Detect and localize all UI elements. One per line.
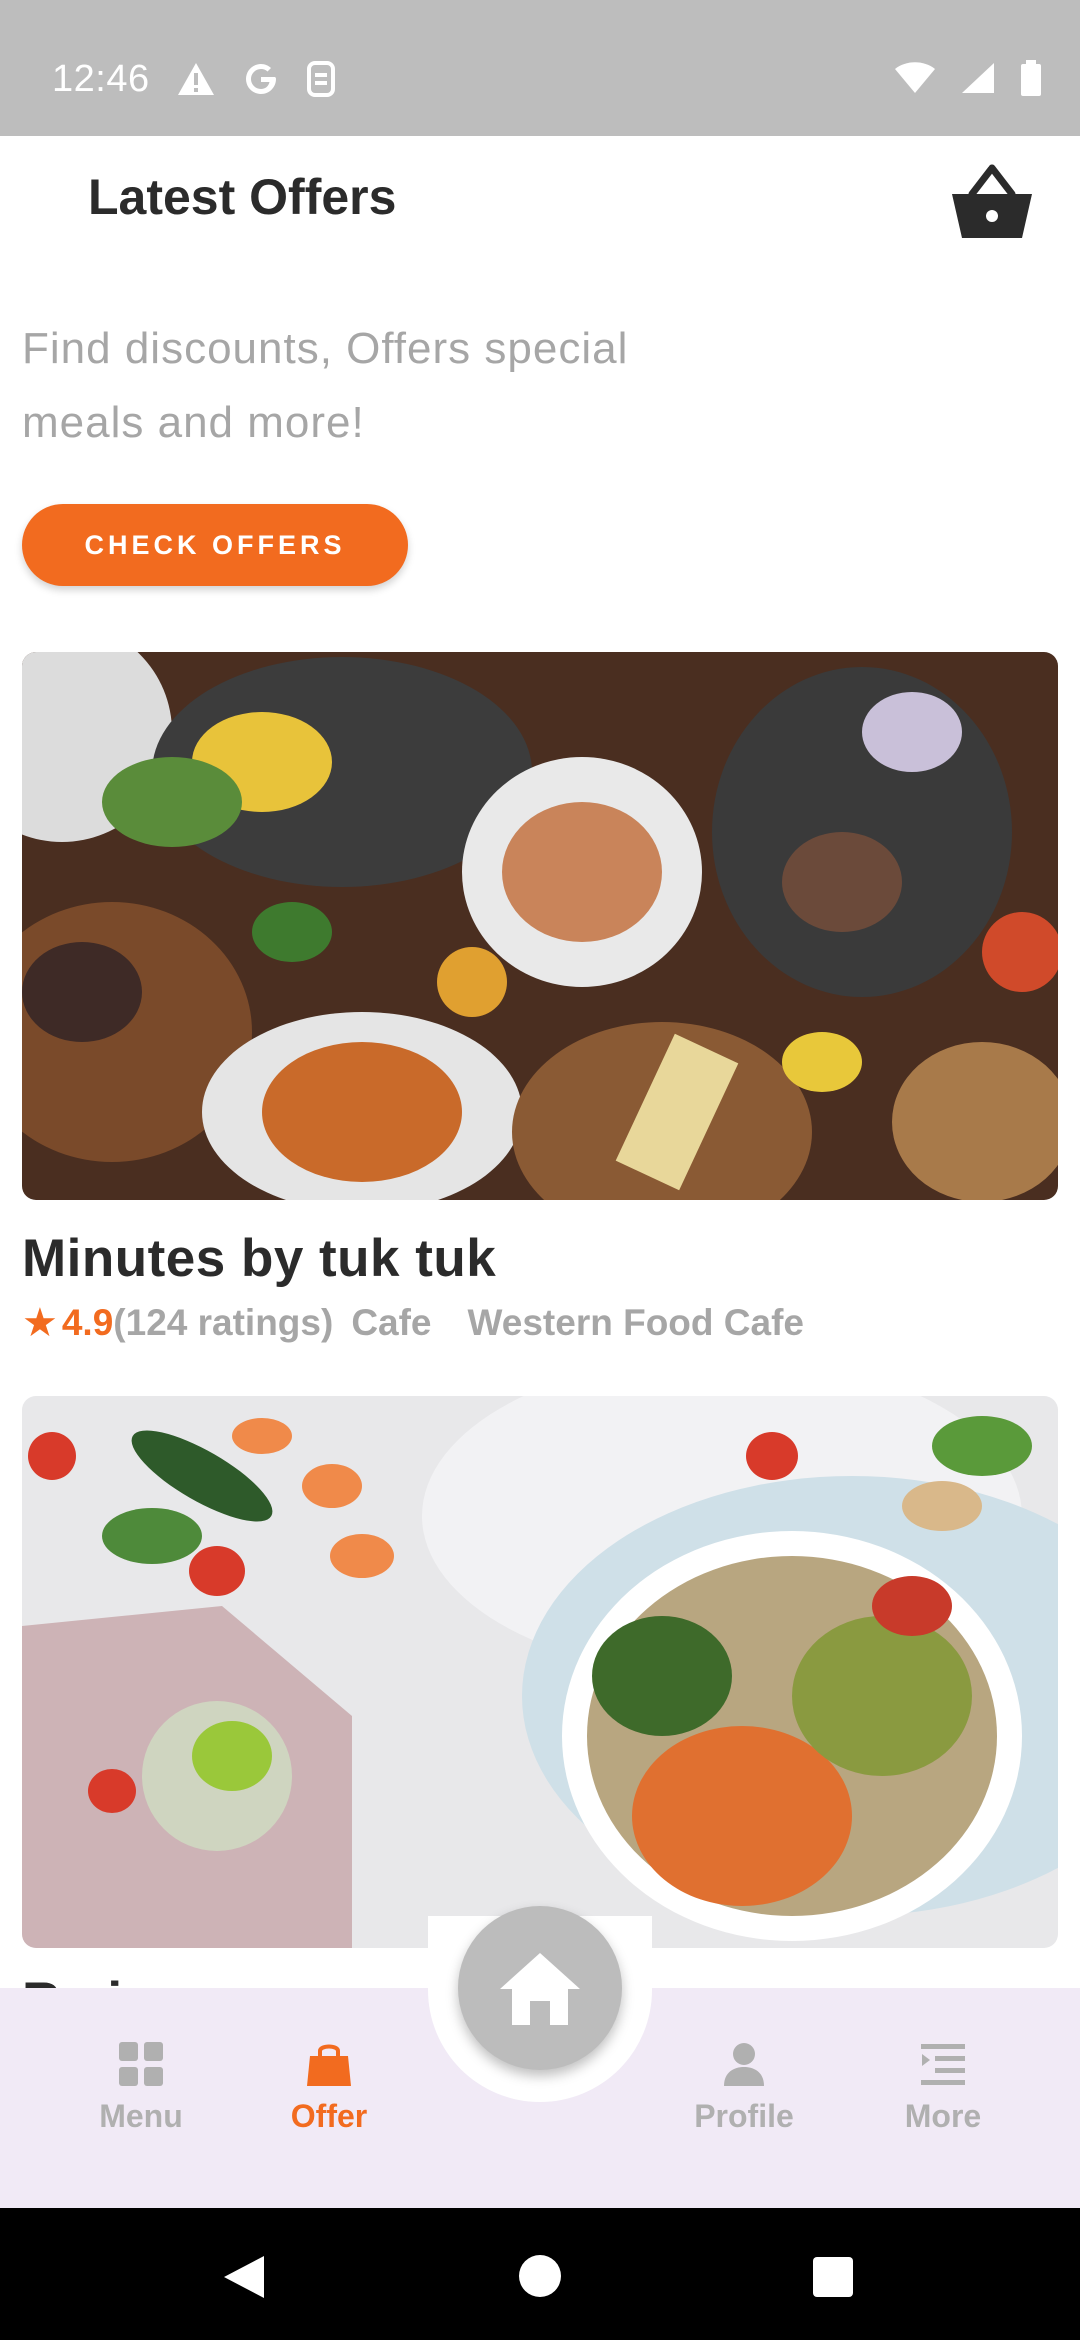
google-icon (246, 64, 276, 94)
nav-label: More (904, 2098, 982, 2134)
system-nav-bar (0, 2208, 1080, 2340)
wifi-icon (895, 62, 935, 93)
warning-icon (178, 63, 214, 95)
restaurant-image[interactable] (22, 1396, 1058, 1948)
status-time: 12:46 (52, 58, 150, 100)
status-icons-right (894, 60, 1042, 96)
grid-icon (119, 2042, 163, 2086)
battery-icon (1021, 60, 1041, 96)
nav-item-offer[interactable]: Offer (254, 2040, 404, 2135)
nav-label: Offer (290, 2098, 368, 2134)
status-icons-left (176, 60, 336, 98)
home-nav-icon[interactable] (518, 2254, 562, 2298)
nav-label: Menu (99, 2098, 183, 2134)
home-button[interactable] (458, 1906, 622, 2070)
home-icon (500, 1953, 580, 2025)
shopping-bag-icon (307, 2044, 351, 2086)
star-icon: ★ (22, 1301, 58, 1345)
restaurant-meta: ★ 4.9 (124 ratings) Cafe Western Food Ca… (22, 1300, 804, 1346)
nav-item-profile[interactable]: Profile (669, 2040, 819, 2135)
sim-icon (307, 61, 335, 97)
restaurant-name[interactable]: Minutes by tuk tuk (22, 1228, 496, 1289)
restaurant-ratings-count: (124 ratings) (113, 1302, 334, 1343)
check-offers-button[interactable]: CHECK OFFERS (22, 504, 408, 586)
nav-label: Profile (694, 2098, 794, 2134)
nav-item-menu[interactable]: Menu (66, 2040, 216, 2135)
restaurant-image[interactable] (22, 652, 1058, 1200)
back-icon[interactable] (222, 2254, 266, 2300)
list-icon (921, 2044, 965, 2085)
person-icon (724, 2043, 764, 2086)
basket-icon[interactable] (950, 164, 1034, 242)
restaurant-rating: 4.9 (61, 1302, 114, 1343)
recents-icon[interactable] (812, 2256, 854, 2298)
nav-item-more[interactable]: More (868, 2040, 1018, 2135)
status-bar: 12:46 (0, 0, 1080, 136)
restaurant-cuisine: Western Food Cafe (467, 1302, 804, 1343)
page-title: Latest Offers (88, 169, 397, 225)
restaurant-type: Cafe (351, 1302, 432, 1343)
signal-icon (962, 63, 994, 93)
promo-subtitle: Find discounts, Offers special meals and… (22, 324, 629, 447)
